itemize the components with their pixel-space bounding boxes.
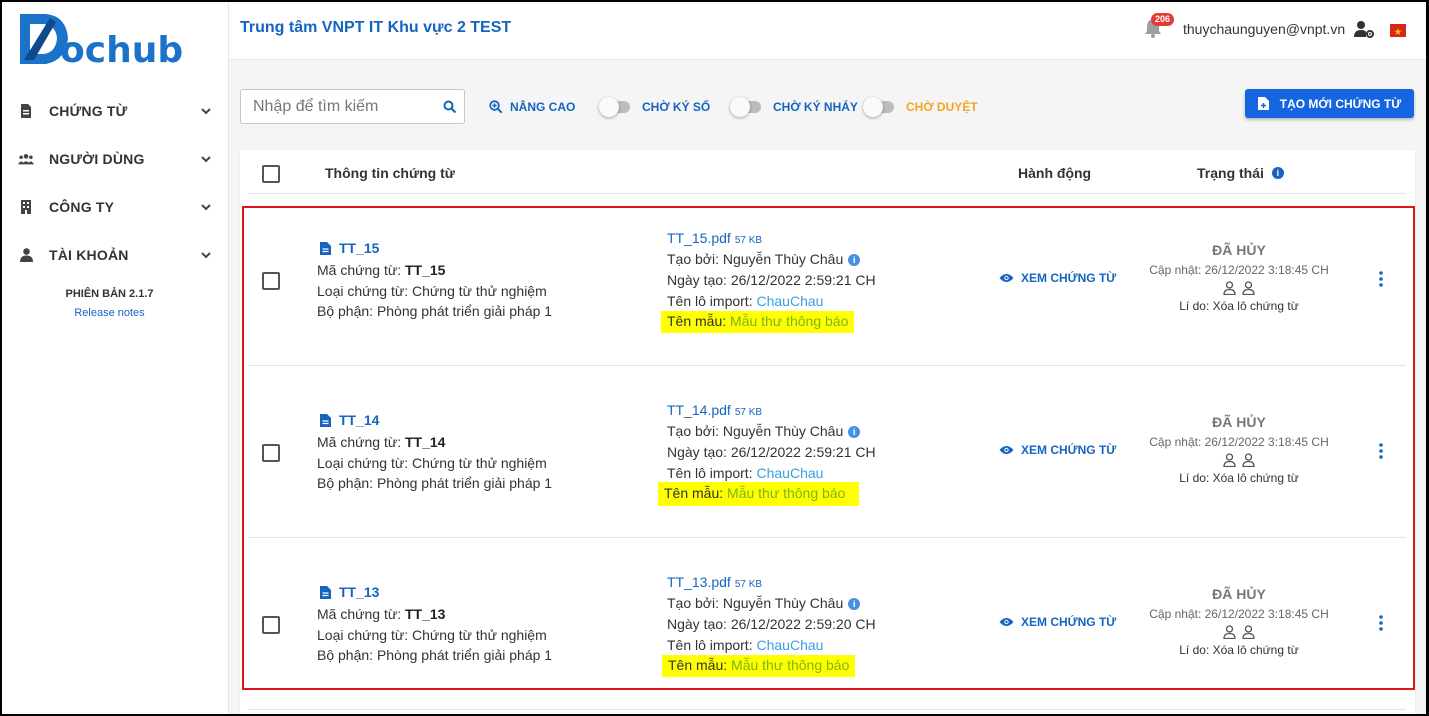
screenshot-frame — [0, 0, 1429, 716]
